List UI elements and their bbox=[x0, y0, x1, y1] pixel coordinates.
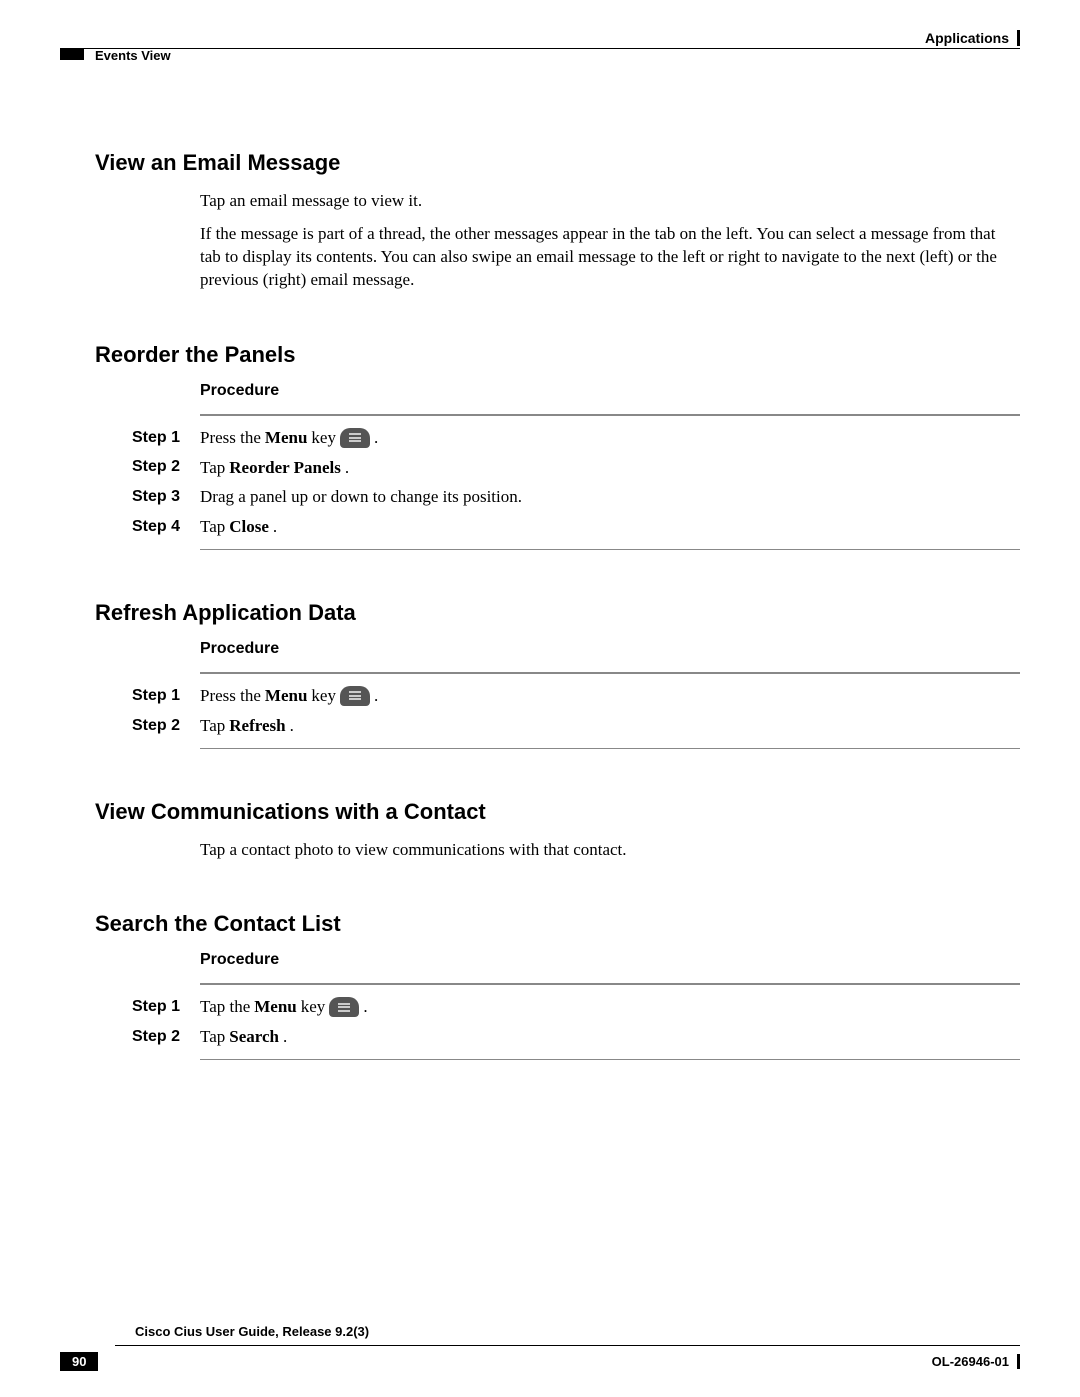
step-row: Step 1 Tap the Menu key . bbox=[95, 995, 1020, 1019]
divider bbox=[200, 748, 1020, 749]
doc-id: OL-26946-01 bbox=[932, 1354, 1020, 1369]
heading-view-comms: View Communications with a Contact bbox=[95, 799, 1020, 825]
divider bbox=[200, 672, 1020, 674]
step-label: Step 1 bbox=[132, 429, 200, 447]
step-content: Tap the Menu key . bbox=[200, 995, 368, 1019]
paragraph: If the message is part of a thread, the … bbox=[200, 223, 1020, 292]
step-row: Step 2 Tap Search. bbox=[95, 1025, 1020, 1049]
step-row: Step 2 Tap Refresh. bbox=[95, 714, 1020, 738]
heading-search-contact: Search the Contact List bbox=[95, 911, 1020, 937]
header-chapter: Applications bbox=[925, 30, 1020, 46]
step-content: Press the Menu key . bbox=[200, 426, 378, 450]
heading-refresh-data: Refresh Application Data bbox=[95, 600, 1020, 626]
step-label: Step 4 bbox=[132, 518, 200, 536]
step-row: Step 2 Tap Reorder Panels. bbox=[95, 456, 1020, 480]
step-row: Step 1 Press the Menu key . bbox=[95, 684, 1020, 708]
divider bbox=[200, 549, 1020, 550]
heading-view-email: View an Email Message bbox=[95, 150, 1020, 176]
page-number: 90 bbox=[60, 1352, 98, 1371]
menu-key-icon bbox=[340, 686, 370, 706]
step-label: Step 1 bbox=[132, 998, 200, 1016]
step-label: Step 2 bbox=[132, 458, 200, 476]
step-row: Step 1 Press the Menu key . bbox=[95, 426, 1020, 450]
step-content: Tap Search. bbox=[200, 1025, 287, 1049]
step-content: Tap Close. bbox=[200, 515, 277, 539]
paragraph: Tap a contact photo to view communicatio… bbox=[200, 839, 1020, 862]
heading-reorder-panels: Reorder the Panels bbox=[95, 342, 1020, 368]
menu-key-icon bbox=[340, 428, 370, 448]
step-content: Tap Refresh. bbox=[200, 714, 294, 738]
procedure-label: Procedure bbox=[200, 951, 1020, 969]
step-label: Step 2 bbox=[132, 717, 200, 735]
paragraph: Tap an email message to view it. bbox=[200, 190, 1020, 213]
step-label: Step 1 bbox=[132, 687, 200, 705]
header-section: Events View bbox=[95, 48, 171, 63]
step-content: Drag a panel up or down to change its po… bbox=[200, 485, 522, 509]
procedure-label: Procedure bbox=[200, 382, 1020, 400]
procedure-label: Procedure bbox=[200, 640, 1020, 658]
step-label: Step 2 bbox=[132, 1028, 200, 1046]
divider bbox=[200, 983, 1020, 985]
divider bbox=[200, 414, 1020, 416]
header-marker bbox=[60, 48, 84, 60]
divider bbox=[200, 1059, 1020, 1060]
step-row: Step 3 Drag a panel up or down to change… bbox=[95, 485, 1020, 509]
step-content: Press the Menu key . bbox=[200, 684, 378, 708]
menu-key-icon bbox=[329, 997, 359, 1017]
footer-guide-title: Cisco Cius User Guide, Release 9.2(3) bbox=[135, 1324, 1020, 1339]
step-content: Tap Reorder Panels. bbox=[200, 456, 349, 480]
step-row: Step 4 Tap Close. bbox=[95, 515, 1020, 539]
step-label: Step 3 bbox=[132, 488, 200, 506]
